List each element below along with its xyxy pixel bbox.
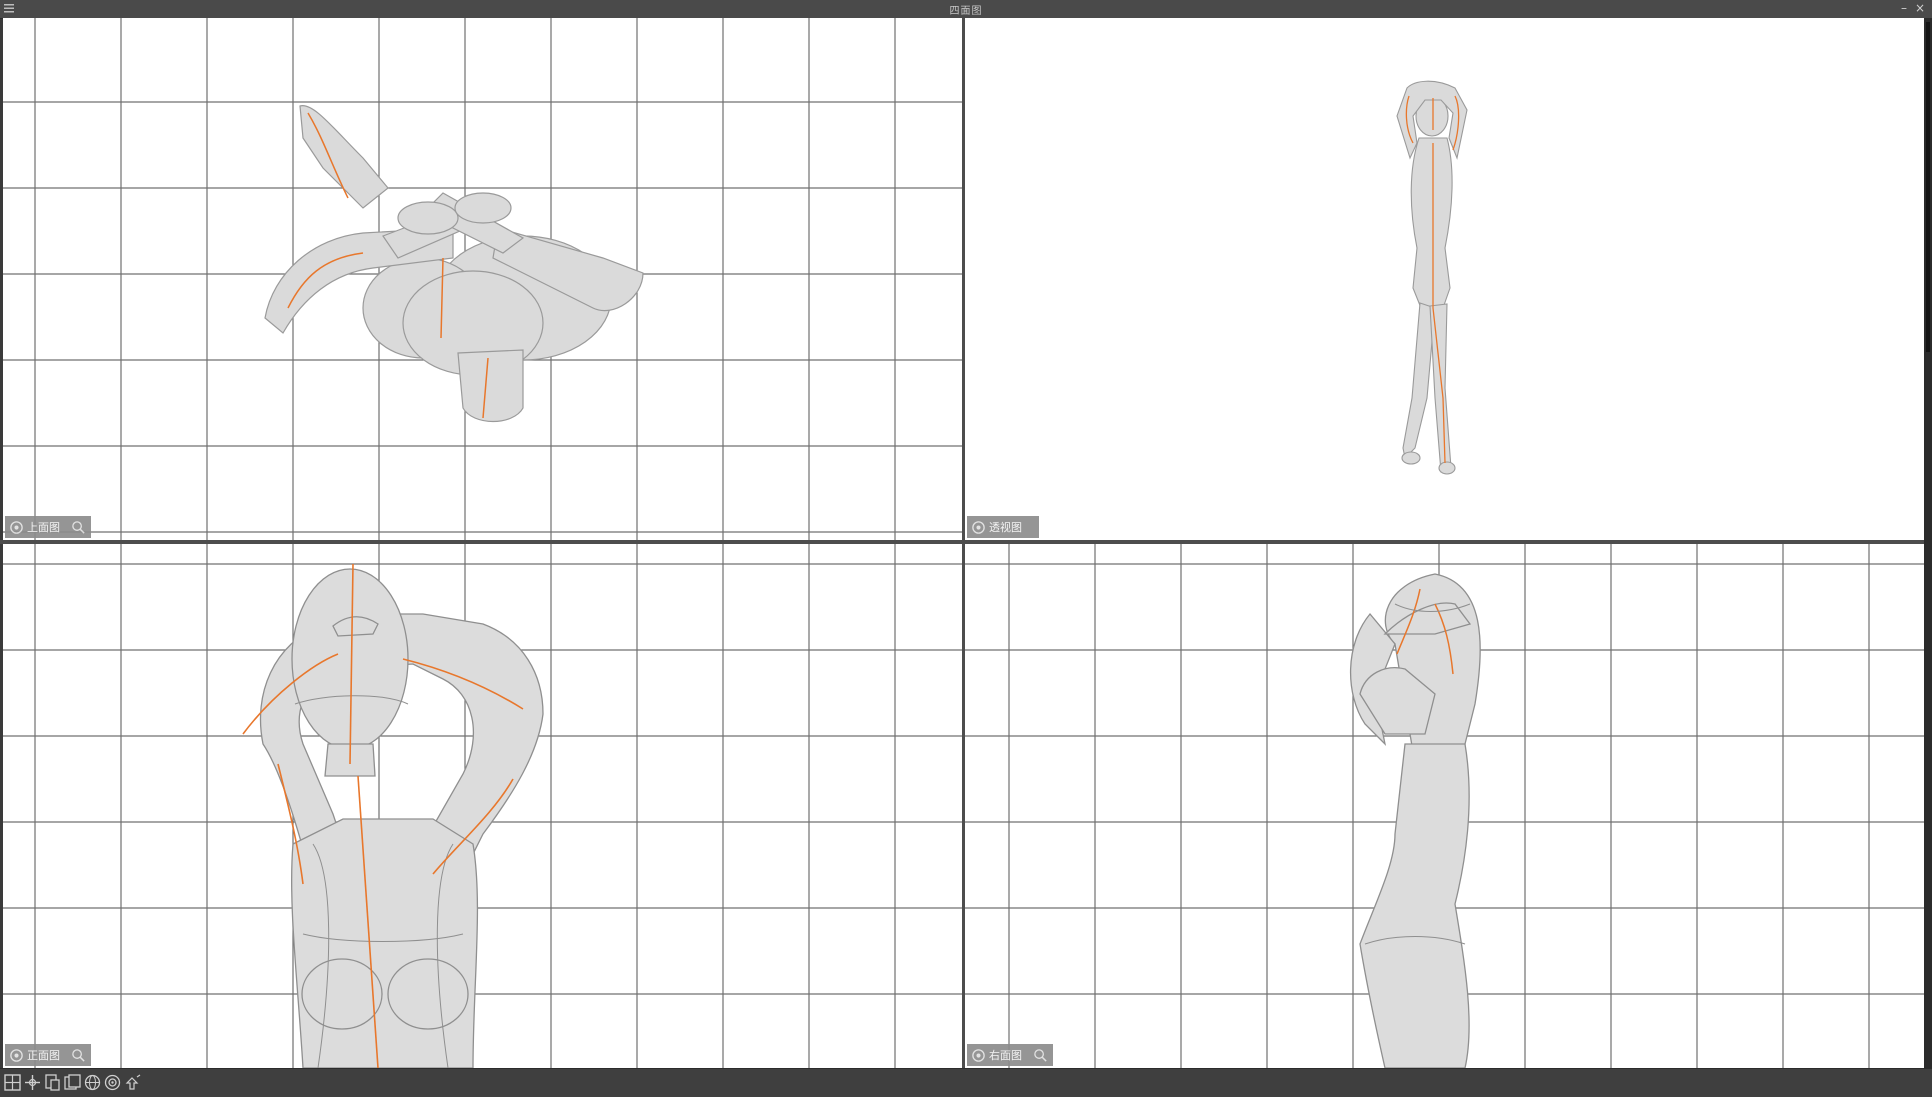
viewport-label-perspective[interactable]: 透视图: [967, 516, 1039, 538]
layout-four-icon[interactable]: [4, 1074, 21, 1091]
target-icon[interactable]: [104, 1074, 121, 1091]
right-view-canvas: [965, 544, 1924, 1068]
viewport-right[interactable]: 右面图: [965, 544, 1924, 1068]
camera-icon[interactable]: [9, 520, 24, 535]
title-bar: 四面图 – ×: [0, 0, 1932, 19]
viewport-label-text: 右面图: [989, 1049, 1022, 1062]
model-top-view: [264, 105, 644, 423]
camera-icon[interactable]: [9, 1048, 24, 1063]
zoom-icon[interactable]: [71, 520, 86, 535]
move-icon[interactable]: [24, 1074, 41, 1091]
camera-icon[interactable]: [971, 520, 986, 535]
horizontal-splitter[interactable]: [0, 540, 1932, 544]
viewport-label-front[interactable]: 正面图: [5, 1044, 91, 1066]
camera-icon[interactable]: [971, 1048, 986, 1063]
viewport-label-text: 透视图: [989, 521, 1022, 534]
viewport-label-top[interactable]: 上面图: [5, 516, 91, 538]
window-title: 四面图: [949, 6, 983, 17]
minimize-button[interactable]: –: [1896, 1, 1912, 16]
viewport-top[interactable]: 上面图: [3, 18, 962, 540]
viewport-label-right[interactable]: 右面图: [967, 1044, 1053, 1066]
perspective-canvas: [1396, 80, 1468, 475]
sphere-icon[interactable]: [84, 1074, 101, 1091]
bottom-toolbar: [0, 1068, 1932, 1097]
zoom-icon[interactable]: [1033, 1048, 1048, 1063]
model-front-view: [259, 568, 544, 1068]
close-button[interactable]: ×: [1912, 1, 1928, 16]
viewport-label-text: 上面图: [27, 521, 60, 534]
viewport-perspective[interactable]: 透视图: [965, 18, 1924, 540]
viewport-label-text: 正面图: [27, 1049, 60, 1062]
copy-view-icon[interactable]: [64, 1074, 81, 1091]
viewport-front[interactable]: 正面图: [3, 544, 962, 1068]
pin-icon[interactable]: [124, 1074, 141, 1091]
split-view-icon[interactable]: [44, 1074, 61, 1091]
zoom-icon[interactable]: [71, 1048, 86, 1063]
scrollbar-thumb[interactable]: [1926, 22, 1930, 352]
top-view-canvas: [3, 18, 962, 540]
model-right-view: [1349, 573, 1481, 1068]
front-view-canvas: [3, 544, 962, 1068]
